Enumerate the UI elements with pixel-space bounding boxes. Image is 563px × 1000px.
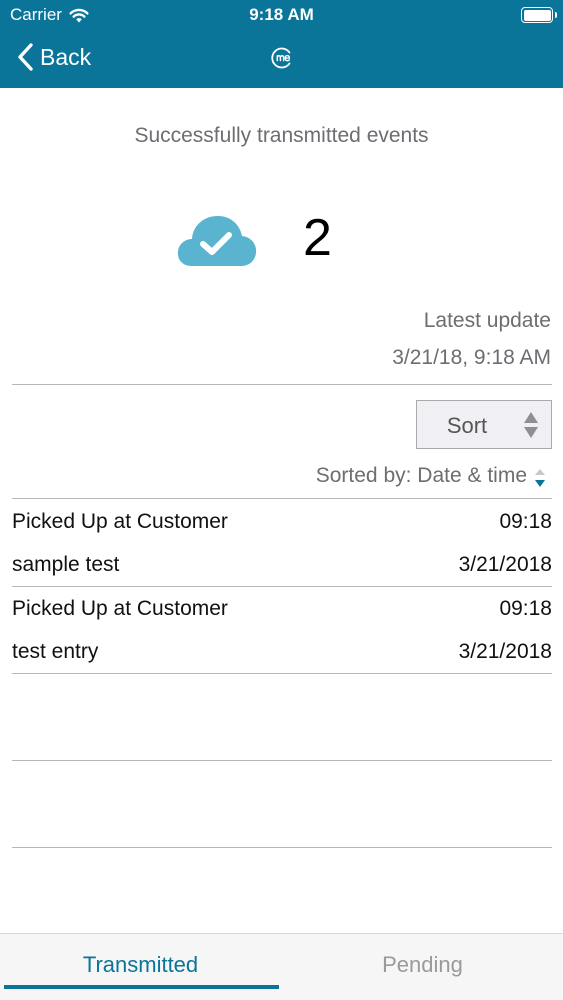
event-time: 09:18: [499, 597, 552, 620]
navigation-bar: Back: [0, 30, 563, 88]
back-label: Back: [40, 43, 92, 70]
event-row[interactable]: Picked Up at Customer 09:18 test entry 3…: [12, 586, 552, 674]
tab-transmitted-label: Transmitted: [82, 952, 199, 977]
event-date: 3/21/2018: [458, 553, 552, 576]
tab-bar: Transmitted Pending: [0, 933, 563, 1000]
empty-row-divider: [12, 760, 552, 761]
latest-update-value: 3/21/18, 9:18 AM: [392, 346, 551, 369]
chevron-left-icon: [18, 43, 33, 71]
event-title: Picked Up at Customer: [12, 597, 228, 620]
battery-icon: [521, 7, 557, 23]
event-date: 3/21/2018: [458, 640, 552, 663]
event-note: sample test: [12, 553, 120, 576]
event-title: Picked Up at Customer: [12, 510, 228, 533]
status-bar: Carrier 9:18 AM: [0, 0, 563, 30]
tab-transmitted[interactable]: Transmitted: [0, 934, 281, 1000]
transmitted-count: 2: [303, 209, 332, 267]
summary-headline: Successfully transmitted events: [134, 124, 429, 147]
divider: [12, 673, 552, 674]
latest-update-label: Latest update: [423, 309, 551, 332]
tab-pending[interactable]: Pending: [282, 934, 563, 1000]
event-note: test entry: [12, 640, 99, 663]
sort-button[interactable]: Sort: [416, 400, 552, 449]
me-logo-icon: [271, 47, 291, 69]
active-tab-indicator: [4, 985, 279, 989]
event-time: 09:18: [499, 510, 552, 533]
divider: [12, 384, 552, 385]
sort-descending-icon[interactable]: [534, 467, 546, 489]
tab-pending-label: Pending: [382, 952, 463, 977]
back-button[interactable]: Back: [16, 42, 91, 72]
cloud-check-icon: [177, 216, 257, 266]
event-row[interactable]: Picked Up at Customer 09:18 sample test …: [12, 499, 552, 587]
sorted-by-label: Sorted by: Date & time: [315, 464, 527, 487]
sort-arrows-icon: [524, 412, 538, 438]
status-time: 9:18 AM: [249, 5, 314, 24]
empty-row-divider: [12, 847, 552, 848]
header-bar: Carrier 9:18 AM Back: [0, 0, 563, 88]
battery-level: [523, 9, 551, 21]
sort-button-label: Sort: [446, 413, 488, 438]
